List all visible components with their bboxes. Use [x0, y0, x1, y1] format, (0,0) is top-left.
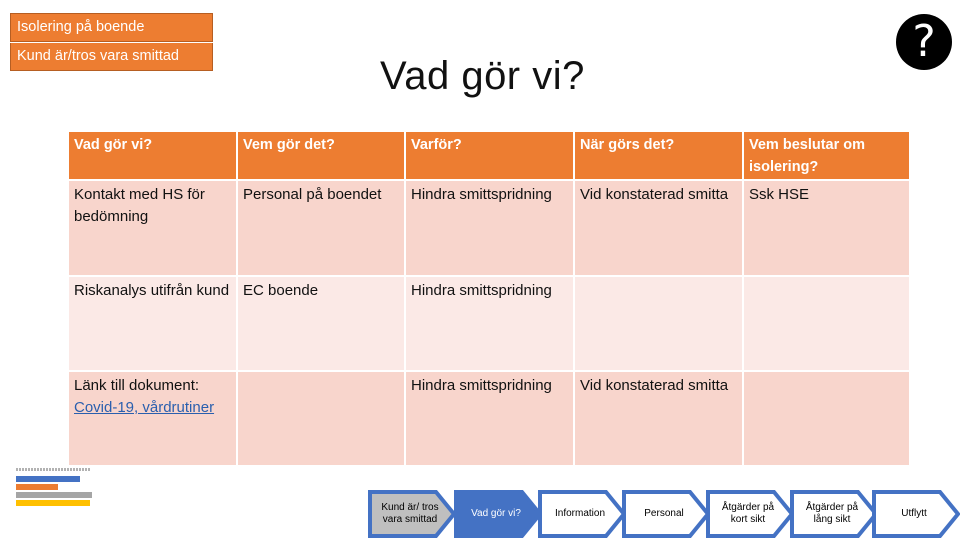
table-cell — [742, 370, 911, 467]
table-cell: Hindra smittspridning — [404, 275, 575, 372]
header-cell: Vem beslutar om isolering? — [742, 130, 911, 181]
table-row: Länk till dokument: Covid-19, vårdrutine… — [67, 370, 911, 467]
header-cell: Varför? — [404, 130, 575, 181]
table-header-row: Vad gör vi? Vem gör det? Varför? När gör… — [67, 130, 911, 181]
table-cell: Hindra smittspridning — [404, 370, 575, 467]
table-cell: Ssk HSE — [742, 179, 911, 277]
flow-step[interactable]: Utflytt — [872, 490, 960, 538]
table-cell — [236, 370, 406, 467]
table-cell: Riskanalys utifrån kund — [67, 275, 238, 372]
legend-swatch — [16, 476, 80, 482]
table-cell — [742, 275, 911, 372]
action-table: Vad gör vi? Vem gör det? Varför? När gör… — [67, 130, 911, 467]
legend-swatch — [16, 484, 58, 490]
table-cell: Vid konstaterad smitta — [573, 179, 744, 277]
flow-step-label: Kund är/ tros vara smittad — [381, 502, 439, 525]
table-cell: EC boende — [236, 275, 406, 372]
covid-document-link[interactable]: Covid-19, vårdrutiner — [74, 399, 214, 416]
flow-step-label: Utflytt — [901, 508, 927, 519]
header-cell: När görs det? — [573, 130, 744, 181]
flow-step-label: Information — [554, 508, 606, 519]
flow-step-label: Personal — [644, 508, 684, 519]
legend-title — [16, 468, 90, 471]
table-row: Riskanalys utifrån kund EC boende Hindra… — [67, 275, 911, 372]
breadcrumb: Isolering på boende Kund är/tros vara sm… — [10, 13, 213, 71]
table-cell: Vid konstaterad smitta — [573, 370, 744, 467]
process-flow: Kund är/ tros vara smittad Vad gör vi? Inf… — [368, 490, 960, 538]
table-cell: Personal på boendet — [236, 179, 406, 277]
question-circle-icon[interactable]: ? — [896, 14, 952, 70]
flow-step-label: Vad gör vi? — [471, 508, 521, 519]
legend-swatch — [16, 500, 90, 506]
table-cell — [573, 275, 744, 372]
flow-step[interactable]: Kund är/ tros vara smittad — [368, 490, 468, 538]
breadcrumb-item-kund-smittad[interactable]: Kund är/tros vara smittad — [10, 43, 213, 71]
flow-step-label: Åtgärder på kort sikt — [721, 502, 775, 525]
table-row: Kontakt med HS för bedömning Personal på… — [67, 179, 911, 277]
flow-step-label: Åtgärder på lång sikt — [805, 502, 859, 525]
header-cell: Vad gör vi? — [67, 130, 238, 181]
color-legend — [16, 468, 96, 508]
table-cell: Hindra smittspridning — [404, 179, 575, 277]
legend-swatch — [16, 492, 92, 498]
link-caption: Länk till dokument: — [74, 377, 200, 394]
page-title: Vad gör vi? — [380, 54, 585, 98]
breadcrumb-item-isolering[interactable]: Isolering på boende — [10, 13, 213, 42]
table-cell: Kontakt med HS för bedömning — [67, 179, 238, 277]
table-cell: Länk till dokument: Covid-19, vårdrutine… — [67, 370, 238, 467]
header-cell: Vem gör det? — [236, 130, 406, 181]
